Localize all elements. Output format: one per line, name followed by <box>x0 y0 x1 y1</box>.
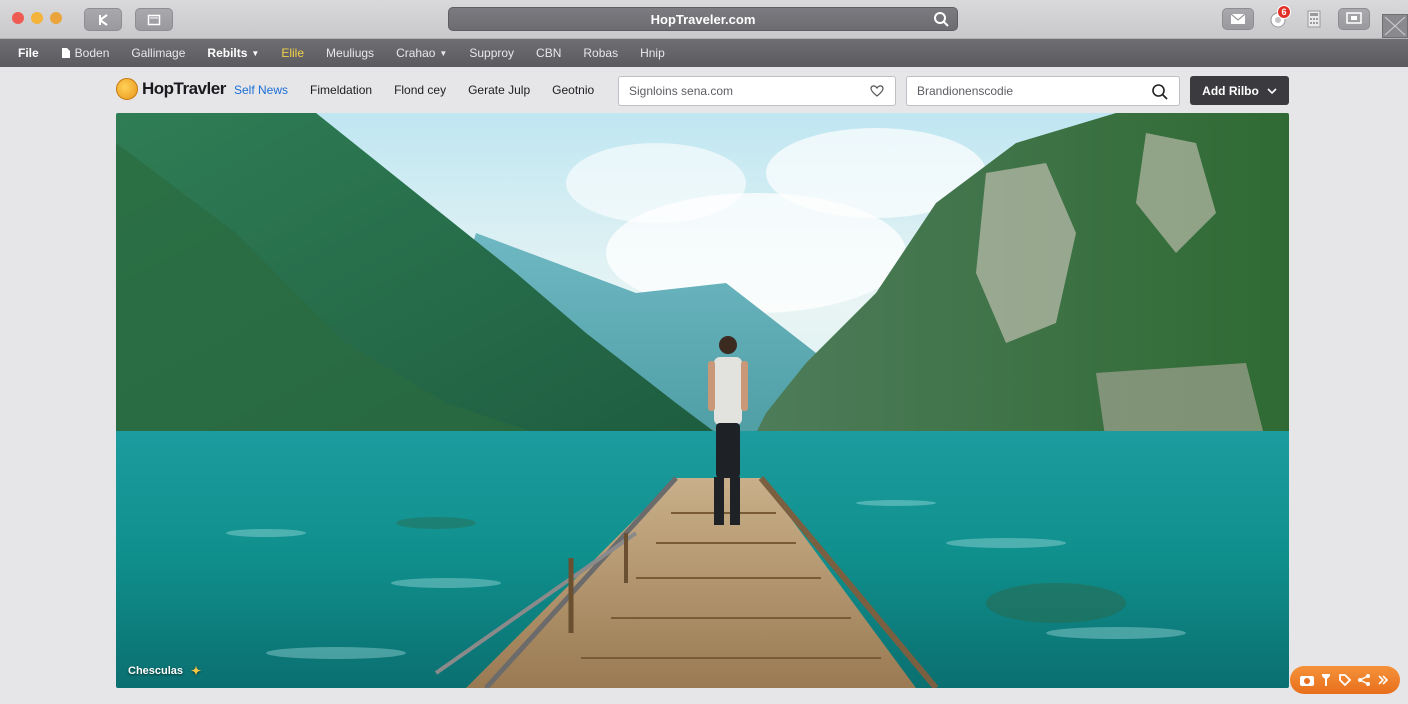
floating-toolbar <box>1290 666 1400 694</box>
field-1-value: Signloins sena.com <box>629 84 734 98</box>
menu-supproy[interactable]: Supproy <box>469 46 514 60</box>
menu-crahao[interactable]: Crahao ▼ <box>396 46 447 60</box>
screen-share-button[interactable] <box>1338 8 1370 30</box>
menu-label: Crahao <box>396 46 436 60</box>
calculator-button[interactable] <box>1298 8 1330 30</box>
nav-self-news[interactable]: Self News <box>234 83 288 97</box>
site-field-1[interactable]: Signloins sena.com <box>618 76 896 106</box>
logo-text: HopTravler <box>142 79 226 98</box>
tabs-button[interactable] <box>135 8 173 31</box>
address-bar[interactable]: HopTraveler.com <box>448 7 958 31</box>
window-thumbnail[interactable] <box>1382 14 1408 38</box>
menu-elile[interactable]: Elile <box>281 46 304 60</box>
logo-icon <box>116 78 138 100</box>
site-nav: Self News Fimeldation Flond cey Gerate J… <box>234 83 616 97</box>
search-icon[interactable] <box>933 11 949 30</box>
image-placeholder-icon <box>1384 16 1406 36</box>
tag-icon[interactable] <box>1336 673 1354 687</box>
heart-icon[interactable] <box>869 83 885 102</box>
menu-label: CBN <box>536 46 562 60</box>
window-titlebar: HopTraveler.com 6 <box>0 0 1408 39</box>
minimize-window-button[interactable] <box>31 12 43 24</box>
tabs-icon <box>147 14 161 25</box>
menu-boden[interactable]: Boden <box>61 46 110 60</box>
nav-geotnio[interactable]: Geotnio <box>552 83 594 97</box>
menu-robas[interactable]: Robas <box>583 46 618 60</box>
address-text: HopTraveler.com <box>650 11 756 27</box>
menu-label: Meuliugs <box>326 46 375 60</box>
back-button[interactable] <box>84 8 122 31</box>
menu-gallimage[interactable]: Gallimage <box>131 46 185 60</box>
search-icon[interactable] <box>1151 83 1169 104</box>
notification-badge: 6 <box>1277 5 1291 19</box>
caption-text: Chesculas <box>128 665 184 677</box>
nav-fimeldation[interactable]: Fimeldation <box>310 83 372 97</box>
menu-label: Supproy <box>469 46 515 60</box>
site-logo[interactable]: HopTravler <box>116 78 226 100</box>
chevron-down-icon: ▼ <box>439 48 448 58</box>
mail-icon <box>1230 13 1246 24</box>
mail-button[interactable] <box>1222 8 1254 30</box>
notifications-button[interactable]: 6 <box>1262 5 1294 30</box>
site-header: HopTravler Self News Fimeldation Flond c… <box>0 67 1408 113</box>
sparkle-icon: ✦ <box>191 664 202 678</box>
share-icon[interactable] <box>1355 673 1373 687</box>
field-2-value: Brandionenscodie <box>917 84 1014 98</box>
site-search-field[interactable]: Brandionenscodie <box>906 76 1180 106</box>
menu-label: Robas <box>583 46 619 60</box>
camera-icon[interactable] <box>1298 673 1316 687</box>
menu-label: Boden <box>74 46 110 60</box>
menu-hnip[interactable]: Hnip <box>640 46 665 60</box>
app-menubar: File Boden Gallimage Rebilts ▼ Elile Meul… <box>0 39 1408 67</box>
add-button-label: Add Rilbo <box>1202 83 1259 98</box>
hero-image: Chesculas ✦ <box>116 113 1289 688</box>
zoom-window-button[interactable] <box>50 12 62 24</box>
menu-rebilts[interactable]: Rebilts ▼ <box>207 46 259 60</box>
hero-caption: Chesculas ✦ <box>128 664 201 678</box>
screen-icon <box>1346 12 1362 24</box>
add-button[interactable]: Add Rilbo <box>1190 76 1289 105</box>
menu-label: Hnip <box>640 46 665 60</box>
menu-label: Rebilts <box>207 46 248 60</box>
chevron-right-icon[interactable] <box>1374 674 1392 686</box>
menu-cbn[interactable]: CBN <box>536 46 561 60</box>
chevron-down-icon: ▼ <box>251 48 260 58</box>
menu-label: Elile <box>281 46 305 60</box>
back-arrow-icon <box>99 13 108 26</box>
pin-icon[interactable] <box>1317 673 1335 687</box>
file-icon <box>61 48 70 58</box>
hero-photo <box>116 113 1289 688</box>
chevron-down-icon <box>1267 87 1277 94</box>
menu-meuliugs[interactable]: Meuliugs <box>326 46 374 60</box>
menu-file[interactable]: File <box>18 46 39 60</box>
nav-flond-cey[interactable]: Flond cey <box>394 83 446 97</box>
calculator-icon <box>1307 10 1321 28</box>
close-window-button[interactable] <box>12 12 24 24</box>
menu-label: Gallimage <box>131 46 186 60</box>
nav-gerate-julp[interactable]: Gerate Julp <box>468 83 530 97</box>
menu-label: File <box>18 46 39 60</box>
